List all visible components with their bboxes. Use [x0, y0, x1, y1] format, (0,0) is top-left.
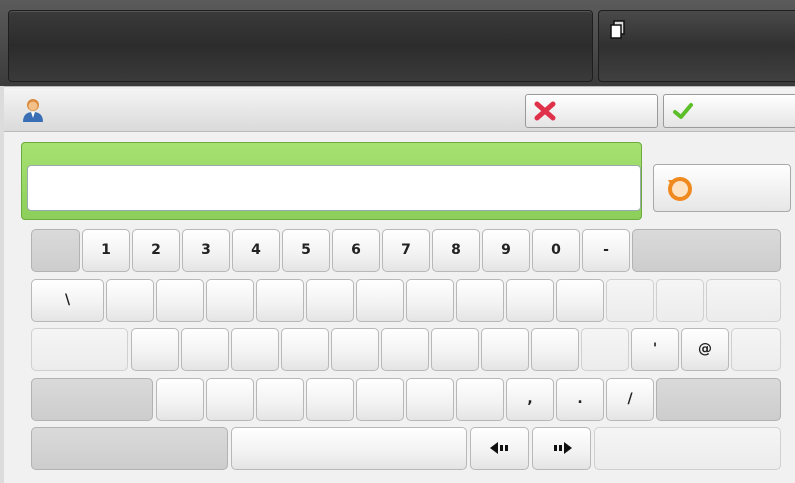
cancel-button[interactable] [525, 94, 658, 128]
key-blank[interactable] [256, 279, 304, 322]
key-blank[interactable] [181, 328, 229, 371]
text-input[interactable] [27, 165, 641, 211]
key-blank[interactable] [281, 328, 329, 371]
arrow-left-icon [489, 442, 508, 454]
key-blank[interactable] [594, 427, 781, 470]
pages-icon [610, 20, 625, 39]
reset-button[interactable] [653, 164, 791, 212]
key-blank[interactable] [656, 279, 704, 322]
key-blank[interactable] [556, 279, 604, 322]
key-cursor-right[interactable] [532, 427, 591, 470]
top-bar [0, 0, 795, 86]
key-blank[interactable] [581, 328, 629, 371]
keyboard-panel: 1 2 3 4 5 6 7 8 9 0 - \ ' @ , . / [4, 86, 795, 483]
key-blank[interactable] [381, 328, 429, 371]
key-blank[interactable] [731, 328, 781, 371]
key-6[interactable]: 6 [332, 229, 380, 272]
key-blank[interactable] [606, 279, 654, 322]
key-blank[interactable] [306, 279, 354, 322]
key-3[interactable]: 3 [182, 229, 230, 272]
key-9[interactable]: 9 [482, 229, 530, 272]
key-blank[interactable] [206, 279, 254, 322]
key-blank[interactable] [131, 328, 179, 371]
key-slash[interactable]: / [606, 378, 654, 421]
key-comma[interactable]: , [506, 378, 554, 421]
key-blank[interactable] [706, 279, 781, 322]
arrow-right-icon [553, 442, 572, 454]
key-blank[interactable] [206, 378, 254, 421]
key-0[interactable]: 0 [532, 229, 580, 272]
key-blank[interactable] [256, 378, 304, 421]
key-blank[interactable] [156, 279, 204, 322]
key-blank[interactable] [306, 378, 354, 421]
key-7[interactable]: 7 [382, 229, 430, 272]
key-blank[interactable] [481, 328, 529, 371]
pages-display [598, 10, 795, 82]
key-blank[interactable] [531, 328, 579, 371]
key-shift-right[interactable] [656, 378, 781, 421]
key-blank[interactable] [406, 378, 454, 421]
checkmark-icon [673, 103, 693, 119]
key-blank[interactable] [456, 279, 504, 322]
key-blank[interactable] [331, 328, 379, 371]
key-backslash[interactable]: \ [31, 279, 104, 322]
key-blank[interactable] [406, 279, 454, 322]
key-blank[interactable] [106, 279, 154, 322]
key-blank[interactable] [356, 279, 404, 322]
key-period[interactable]: . [556, 378, 604, 421]
key-mode[interactable] [31, 427, 228, 470]
key-caps[interactable] [31, 328, 128, 371]
key-at[interactable]: @ [681, 328, 729, 371]
document-name-display [8, 10, 593, 82]
user-icon [23, 99, 43, 122]
close-x-icon [534, 101, 556, 121]
ok-button[interactable] [663, 94, 795, 128]
key-blank[interactable] [31, 229, 80, 272]
key-blank[interactable] [156, 378, 204, 421]
key-blank[interactable] [231, 328, 279, 371]
key-cursor-left[interactable] [470, 427, 529, 470]
panel-title-bar [4, 89, 795, 132]
key-blank[interactable] [431, 328, 479, 371]
key-blank[interactable] [456, 378, 504, 421]
key-shift-left[interactable] [31, 378, 153, 421]
key-4[interactable]: 4 [232, 229, 280, 272]
key-minus[interactable]: - [582, 229, 630, 272]
key-backspace[interactable] [632, 229, 781, 272]
key-apostrophe[interactable]: ' [631, 328, 679, 371]
key-blank[interactable] [356, 378, 404, 421]
key-5[interactable]: 5 [282, 229, 330, 272]
key-8[interactable]: 8 [432, 229, 480, 272]
key-2[interactable]: 2 [132, 229, 180, 272]
undo-arrow-icon [668, 177, 692, 201]
key-blank[interactable] [506, 279, 554, 322]
key-space[interactable] [231, 427, 467, 470]
key-1[interactable]: 1 [82, 229, 130, 272]
text-input-frame [21, 142, 642, 220]
